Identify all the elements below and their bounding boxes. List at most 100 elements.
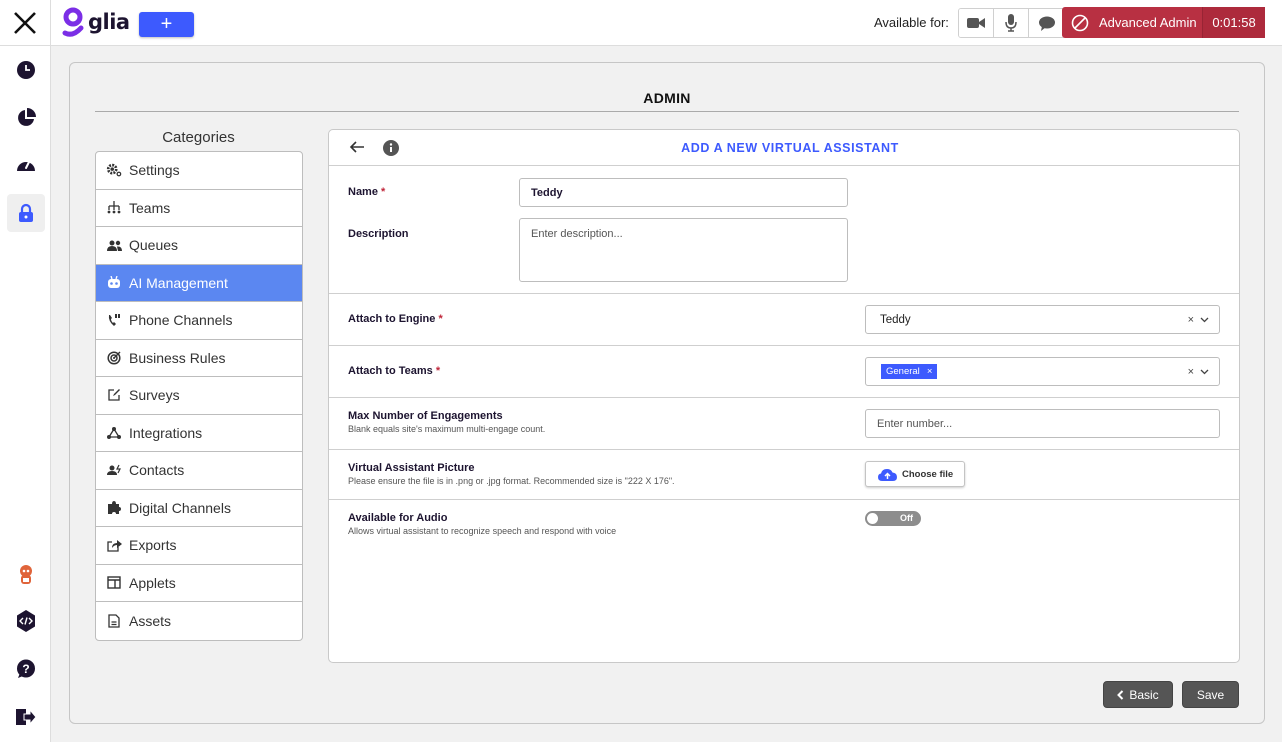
status-label: Advanced Admin xyxy=(1099,15,1197,30)
close-icon xyxy=(14,12,36,34)
category-label: AI Management xyxy=(129,274,228,291)
puzzle-icon xyxy=(106,500,122,516)
microphone-icon xyxy=(1005,14,1017,32)
category-exports[interactable]: Exports xyxy=(96,527,302,565)
available-for-label: Available for: xyxy=(874,15,949,30)
save-label: Save xyxy=(1196,687,1225,702)
row-divider xyxy=(329,345,1239,346)
category-integrations[interactable]: Integrations xyxy=(96,415,302,452)
category-business-rules[interactable]: Business Rules xyxy=(96,340,302,377)
category-label: Phone Channels xyxy=(129,312,233,329)
robot-icon xyxy=(106,275,122,291)
add-button[interactable]: + xyxy=(139,12,194,37)
category-label: Exports xyxy=(129,537,177,554)
top-bar: glia + Available for: Advanced Admin 0:0… xyxy=(0,0,1282,46)
availability-toggles xyxy=(958,8,1065,38)
rail-item-admin[interactable] xyxy=(7,194,45,232)
max-engagements-input[interactable]: Enter number... xyxy=(865,409,1220,438)
rail-item-sign-out[interactable] xyxy=(7,698,45,736)
file-icon xyxy=(106,613,122,629)
help-icon: ? xyxy=(17,659,35,678)
add-label: + xyxy=(160,13,173,35)
picture-label: Virtual Assistant Picture xyxy=(348,462,475,474)
network-icon xyxy=(106,425,122,441)
svg-text:?: ? xyxy=(22,662,29,676)
required-marker: * xyxy=(438,313,443,325)
rail-item-profile[interactable] xyxy=(7,556,45,594)
close-button[interactable] xyxy=(0,0,51,46)
cloud-upload-icon xyxy=(878,468,897,481)
rail-item-dashboard[interactable] xyxy=(7,146,45,184)
required-marker: * xyxy=(435,365,441,377)
video-availability-button[interactable] xyxy=(959,9,994,37)
category-label: Integrations xyxy=(129,424,203,441)
audio-availability-button[interactable] xyxy=(994,9,1029,37)
category-settings[interactable]: Settings xyxy=(96,152,302,190)
chevron-down-icon[interactable] xyxy=(1200,317,1209,323)
chat-bubble-icon xyxy=(1038,16,1055,31)
category-label: Assets xyxy=(129,612,172,629)
chip-remove-icon[interactable]: × xyxy=(927,366,933,377)
category-ai-management[interactable]: AI Management xyxy=(96,264,302,302)
rail-item-reports[interactable] xyxy=(7,99,45,137)
clear-icon[interactable]: × xyxy=(1188,366,1194,378)
glia-logo-icon xyxy=(62,7,84,37)
rail-item-history[interactable] xyxy=(7,51,45,89)
blocked-icon xyxy=(1071,14,1089,31)
engine-select[interactable]: Teddy × xyxy=(865,305,1220,334)
category-applets[interactable]: Applets xyxy=(96,565,302,602)
max-engagements-label: Max Number of Engagements xyxy=(348,410,503,422)
category-label: Surveys xyxy=(129,387,180,404)
category-label: Queues xyxy=(129,237,179,254)
category-label: Settings xyxy=(129,162,180,179)
page-title: ADMIN xyxy=(643,90,691,106)
audio-toggle[interactable]: Off xyxy=(865,511,921,526)
choose-file-button[interactable]: Choose file xyxy=(865,461,965,487)
category-label: Contacts xyxy=(129,462,185,479)
description-placeholder: Enter description... xyxy=(531,228,623,240)
save-button[interactable]: Save xyxy=(1182,681,1239,708)
category-label: Teams xyxy=(129,199,171,216)
category-label: Applets xyxy=(129,574,176,591)
virtual-assistant-form: ADD A NEW VIRTUAL ASSISTANT Name * Teddy… xyxy=(328,129,1240,663)
clock-icon xyxy=(17,61,35,79)
category-phone-channels[interactable]: Phone Channels xyxy=(96,302,302,340)
toggle-state-label: Off xyxy=(900,513,913,523)
basic-button[interactable]: Basic xyxy=(1103,681,1173,708)
users-icon xyxy=(106,237,122,253)
video-camera-icon xyxy=(967,18,985,28)
categories-list: Settings Teams Queues AI Management Phon… xyxy=(95,151,303,641)
chevron-down-icon[interactable] xyxy=(1200,369,1209,375)
required-marker: * xyxy=(381,186,386,198)
engine-label-text: Attach to Engine xyxy=(348,313,436,325)
category-contacts[interactable]: Contacts xyxy=(96,452,302,490)
toggle-knob xyxy=(867,513,878,524)
rail-item-developer[interactable] xyxy=(7,602,45,640)
clear-icon[interactable]: × xyxy=(1188,314,1194,326)
teams-label-text: Attach to Teams xyxy=(348,365,433,377)
category-digital-channels[interactable]: Digital Channels xyxy=(96,490,302,527)
category-surveys[interactable]: Surveys xyxy=(96,377,302,415)
admin-panel: ADMIN Categories Settings Teams Queues A… xyxy=(69,62,1265,724)
picture-hint: Please ensure the file is in .png or .jp… xyxy=(348,476,675,486)
status-button[interactable]: Advanced Admin 0:01:58 xyxy=(1062,7,1265,38)
chat-availability-button[interactable] xyxy=(1029,9,1064,37)
row-divider xyxy=(329,449,1239,450)
category-teams[interactable]: Teams xyxy=(96,190,302,227)
org-chart-icon xyxy=(106,200,122,216)
category-queues[interactable]: Queues xyxy=(96,227,302,265)
name-input[interactable]: Teddy xyxy=(519,178,848,207)
rail-item-help[interactable]: ? xyxy=(7,650,45,688)
share-icon xyxy=(106,537,122,553)
chevron-left-icon xyxy=(1117,689,1124,700)
teams-multiselect[interactable]: General × × xyxy=(865,357,1220,386)
category-label: Digital Channels xyxy=(129,499,231,516)
gauge-icon xyxy=(17,161,35,171)
form-header: ADD A NEW VIRTUAL ASSISTANT xyxy=(329,130,1239,166)
team-chip: General × xyxy=(881,364,938,379)
description-textarea[interactable]: Enter description... xyxy=(519,218,848,282)
contacts-icon xyxy=(106,462,122,478)
engine-label: Attach to Engine * xyxy=(348,313,443,325)
name-value: Teddy xyxy=(531,186,563,199)
category-assets[interactable]: Assets xyxy=(96,602,302,640)
